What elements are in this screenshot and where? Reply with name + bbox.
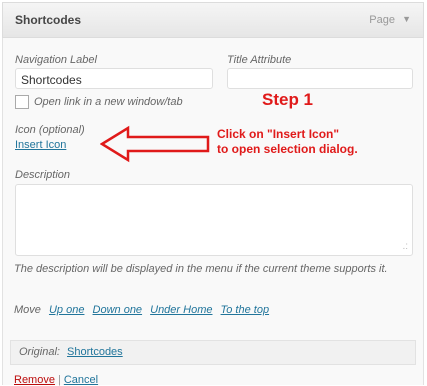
menu-item-header[interactable]: Shortcodes Page ▼ bbox=[2, 2, 424, 38]
triangle-down-icon[interactable]: ▼ bbox=[402, 14, 411, 24]
resize-grip-icon[interactable]: .: bbox=[402, 242, 408, 252]
item-actions: Remove | Cancel bbox=[14, 374, 98, 386]
annotation-step: Step 1 bbox=[262, 90, 314, 109]
insert-icon-link[interactable]: Insert Icon bbox=[15, 139, 66, 151]
new-window-label: Open link in a new window/tab bbox=[34, 96, 183, 108]
annotation-arrow-icon bbox=[100, 125, 210, 163]
description-label: Description bbox=[15, 169, 71, 181]
menu-item-type: Page bbox=[369, 14, 395, 26]
actions-separator: | bbox=[57, 374, 61, 386]
title-attribute-label: Title Attribute bbox=[227, 54, 292, 66]
original-label: Original: bbox=[19, 346, 60, 358]
menu-item-settings: Navigation Label Shortcodes Title Attrib… bbox=[2, 38, 424, 385]
description-help-text: The description will be displayed in the… bbox=[14, 263, 388, 275]
move-down-one-link[interactable]: Down one bbox=[93, 304, 143, 316]
move-label: Move bbox=[14, 304, 41, 316]
original-box: Original: Shortcodes bbox=[10, 340, 416, 365]
icon-label: Icon (optional) bbox=[15, 124, 85, 136]
move-up-one-link[interactable]: Up one bbox=[49, 304, 84, 316]
move-row: Move Up one Down one Under Home To the t… bbox=[14, 304, 269, 316]
new-window-checkbox[interactable] bbox=[15, 95, 29, 109]
cancel-link[interactable]: Cancel bbox=[64, 374, 98, 386]
remove-link[interactable]: Remove bbox=[14, 374, 55, 386]
description-textarea[interactable]: .: bbox=[15, 184, 413, 256]
move-to-top-link[interactable]: To the top bbox=[221, 304, 270, 316]
menu-item-title: Shortcodes bbox=[15, 13, 82, 27]
annotation-line-2: to open selection dialog. bbox=[217, 142, 358, 156]
title-attribute-input[interactable] bbox=[227, 68, 413, 89]
annotation-text: Click on "Insert Icon" to open selection… bbox=[217, 127, 358, 157]
original-link[interactable]: Shortcodes bbox=[67, 346, 123, 358]
annotation-line-1: Click on "Insert Icon" bbox=[217, 127, 340, 141]
navigation-label-input[interactable]: Shortcodes bbox=[15, 68, 213, 89]
navigation-label-label: Navigation Label bbox=[15, 54, 97, 66]
move-under-home-link[interactable]: Under Home bbox=[150, 304, 212, 316]
